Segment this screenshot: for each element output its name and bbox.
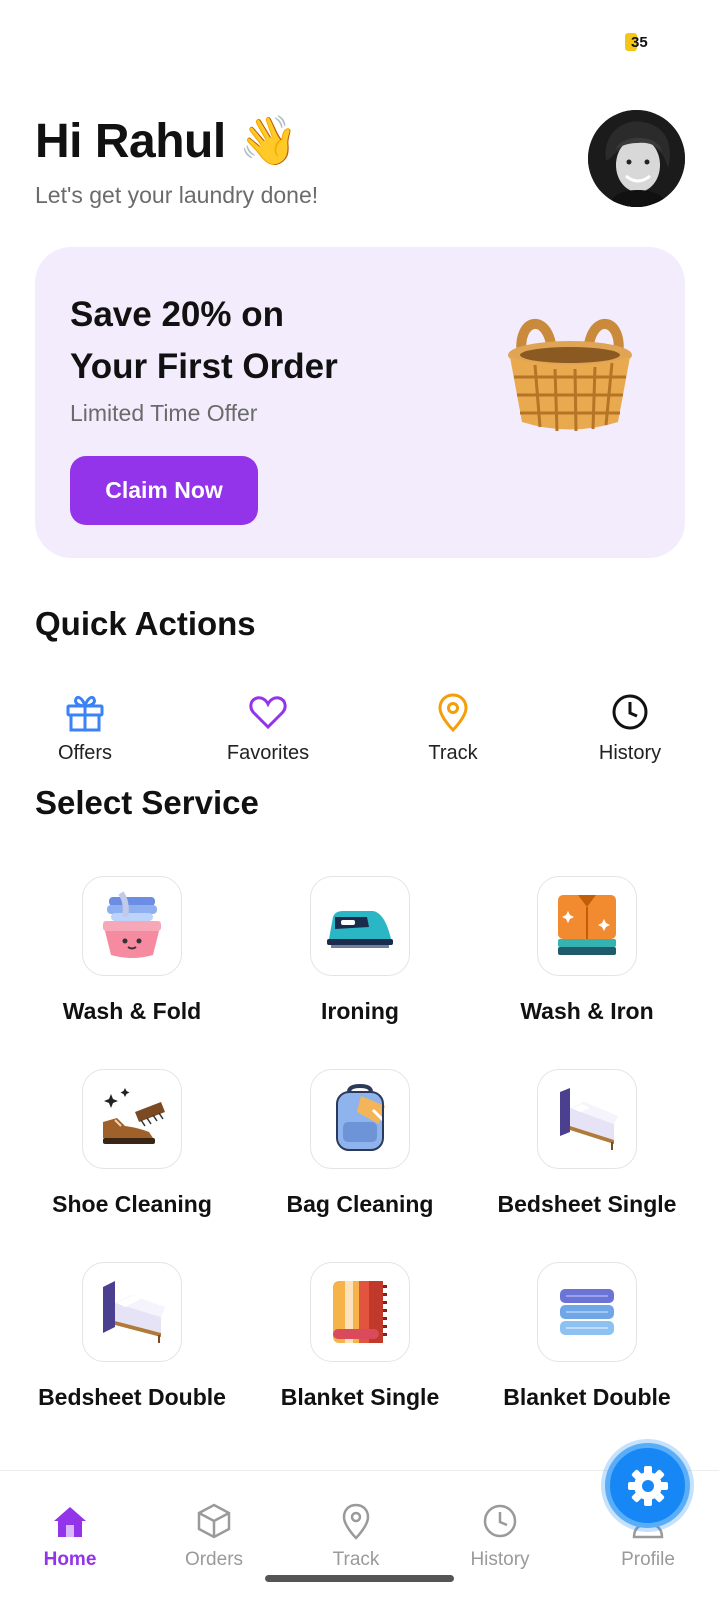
blanket-icon — [333, 1281, 387, 1343]
box-icon — [197, 1503, 231, 1539]
service-tile — [82, 1262, 182, 1362]
quick-action-label: History — [598, 742, 662, 764]
promo-card[interactable]: Save 20% on Your First Order Limited Tim… — [35, 247, 685, 558]
single-bed-icon — [560, 1088, 618, 1150]
basket-icon — [508, 319, 632, 432]
service-label: Blanket Single — [280, 1384, 440, 1410]
iron-icon — [327, 911, 393, 948]
clock-icon — [612, 694, 648, 730]
service-label: Wash & Iron — [520, 998, 654, 1024]
home-icon — [54, 1507, 86, 1537]
status-badge: 35 — [625, 32, 648, 52]
service-blanket-double[interactable]: Blanket Double — [477, 1262, 697, 1411]
folded-shirt-icon — [558, 895, 616, 955]
service-wash-iron[interactable]: Wash & Iron — [477, 876, 697, 1025]
service-label: Bedsheet Double — [38, 1384, 226, 1410]
heart-icon — [249, 696, 287, 730]
service-tile — [537, 876, 637, 976]
nav-label: Home — [43, 1549, 97, 1570]
service-label: Shoe Cleaning — [52, 1191, 212, 1217]
home-indicator — [265, 1575, 454, 1582]
badge-count: 35 — [631, 33, 648, 51]
service-tile — [537, 1069, 637, 1169]
stacked-blankets-icon — [560, 1289, 614, 1335]
clock-icon — [483, 1504, 517, 1538]
nav-label: Profile — [621, 1549, 675, 1570]
service-tile — [82, 1069, 182, 1169]
shoe-brush-icon — [103, 1088, 165, 1144]
nav-track[interactable]: Track — [296, 1501, 416, 1571]
gift-icon — [66, 695, 104, 732]
quick-action-track[interactable]: Track — [383, 690, 523, 765]
service-bedsheet-single[interactable]: Bedsheet Single — [477, 1069, 697, 1218]
service-label: Wash & Fold — [62, 998, 202, 1024]
select-service-title: Select Service — [35, 784, 259, 821]
backpack-icon — [336, 1083, 387, 1151]
service-tile — [310, 1069, 410, 1169]
service-ironing[interactable]: Ironing — [250, 876, 470, 1025]
nav-home[interactable]: Home — [10, 1501, 130, 1571]
nav-history[interactable]: History — [440, 1501, 560, 1571]
quick-action-history[interactable]: History — [560, 690, 700, 765]
service-wash-fold[interactable]: Wash & Fold — [22, 876, 242, 1025]
service-tile — [537, 1262, 637, 1362]
quick-action-label: Track — [428, 742, 478, 764]
service-shoe-cleaning[interactable]: Shoe Cleaning — [22, 1069, 242, 1218]
service-blanket-single[interactable]: Blanket Single — [250, 1262, 470, 1411]
quick-action-favorites[interactable]: Favorites — [198, 690, 338, 765]
quick-action-offers[interactable]: Offers — [15, 690, 155, 765]
service-tile — [310, 1262, 410, 1362]
gear-icon — [627, 1465, 668, 1506]
service-tile — [82, 876, 182, 976]
laundry-basket-icon — [103, 891, 161, 958]
service-label: Blanket Double — [503, 1384, 671, 1410]
service-tile — [310, 876, 410, 976]
service-label: Bag Cleaning — [286, 1191, 434, 1217]
promo-title: Save 20% on Your First Order — [70, 295, 338, 386]
settings-fab-button[interactable] — [605, 1443, 690, 1528]
avatar[interactable] — [588, 110, 685, 207]
nav-orders[interactable]: Orders — [154, 1501, 274, 1571]
nav-label: Track — [332, 1549, 380, 1570]
service-bedsheet-double[interactable]: Bedsheet Double — [22, 1262, 242, 1411]
double-bed-icon — [103, 1281, 165, 1343]
greeting-title: Hi Rahul 👋 — [35, 115, 298, 168]
quick-action-label: Offers — [57, 742, 113, 764]
quick-action-label: Favorites — [226, 742, 310, 764]
claim-now-button[interactable]: Claim Now — [70, 456, 258, 525]
avatar-image — [588, 110, 685, 207]
quick-actions-title: Quick Actions — [35, 605, 256, 642]
nav-label: History — [470, 1549, 530, 1570]
nav-label: Orders — [184, 1549, 244, 1570]
service-bag-cleaning[interactable]: Bag Cleaning — [250, 1069, 470, 1218]
service-label: Ironing — [321, 998, 399, 1024]
service-label: Bedsheet Single — [497, 1191, 677, 1217]
greeting-subtitle: Let's get your laundry done! — [35, 182, 319, 208]
location-pin-icon — [342, 1503, 370, 1540]
location-pin-icon — [438, 693, 468, 733]
promo-subtitle: Limited Time Offer — [70, 400, 258, 426]
